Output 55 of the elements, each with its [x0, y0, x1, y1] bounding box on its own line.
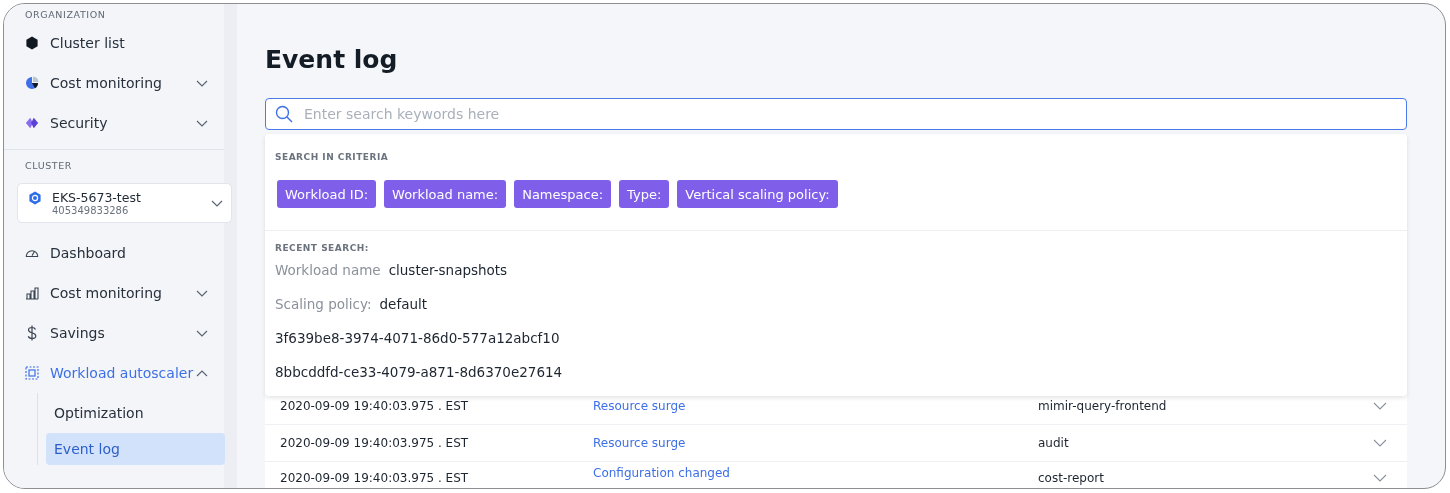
nav-subitem[interactable]: Event log — [46, 433, 225, 465]
event-link[interactable]: Resource surge — [593, 399, 1038, 413]
table-cell-text: 2020-09-09 19:40:03.975 . EST — [280, 436, 470, 450]
diamond-icon — [25, 116, 39, 130]
cluster-icon — [28, 191, 42, 205]
dropdown-heading: RECENT SEARCH: — [275, 243, 370, 253]
table-cell-text: 2020-09-09 19:40:03.975 . EST — [280, 471, 470, 485]
recent-search-value[interactable]: 8bbcddfd-ce33-4079-a871-8d6370e27614 — [275, 364, 563, 380]
chevron-down-icon[interactable] — [1373, 402, 1387, 410]
chevron-down-icon — [196, 79, 208, 87]
event-link[interactable]: Resource surge — [593, 436, 1038, 450]
recent-search-value[interactable]: 3f639be8-3974-4071-86d0-577a12abcf10 — [275, 330, 560, 346]
chevron-down-icon — [211, 199, 223, 207]
table-cell-text: mimir-query-frontend — [1038, 399, 1168, 413]
criteria-chip[interactable]: Type: — [619, 180, 670, 208]
section-heading: ORGANIZATION — [24, 8, 107, 22]
table-cell-text: 2020-09-09 19:40:03.975 . EST — [280, 399, 470, 413]
nav-item[interactable]: Workload autoscaler — [16, 353, 215, 393]
section-heading: CLUSTER — [24, 159, 74, 173]
nav-item[interactable]: Savings — [16, 313, 215, 353]
event-link[interactable]: Configuration changed — [593, 466, 1038, 480]
recent-search-key: Workload name — [275, 262, 381, 278]
dollar-icon — [25, 325, 39, 341]
criteria-chip[interactable]: Workload ID: — [277, 180, 377, 208]
bar-chart-icon — [25, 286, 39, 300]
scaler-icon — [25, 366, 39, 380]
nav-item[interactable]: Dashboard — [16, 233, 215, 273]
criteria-chip[interactable]: Workload name: — [384, 180, 507, 208]
nav-item[interactable]: Cost monitoring — [16, 63, 215, 103]
cluster-account-id: 405349833286 — [52, 205, 130, 216]
criteria-chip[interactable]: Namespace: — [514, 180, 612, 208]
nav-subitem[interactable]: Optimization — [46, 397, 225, 429]
chevron-up-icon — [196, 369, 208, 377]
pie-chart-icon — [25, 76, 39, 90]
cluster-selector[interactable]: EKS-5673-test 405349833286 — [17, 183, 232, 223]
table-cell-text: cost-report — [1038, 471, 1105, 485]
search-field[interactable]: Enter search keywords here — [265, 98, 1407, 130]
criteria-chip[interactable]: Vertical scaling policy: — [677, 180, 838, 208]
search-icon — [275, 105, 293, 123]
recent-search-value[interactable]: cluster-snapshots — [388, 262, 508, 278]
recent-search-value[interactable]: default — [379, 296, 427, 312]
recent-search-key: Scaling policy: — [275, 296, 372, 312]
cluster-name: EKS-5673-test — [52, 190, 142, 205]
nav-item[interactable]: Security — [16, 103, 215, 143]
nav-item[interactable]: Cost monitoring — [16, 273, 215, 313]
hexagon-icon — [25, 36, 39, 50]
chevron-down-icon — [196, 329, 208, 337]
page-title: Event log — [265, 44, 399, 76]
chevron-down-icon[interactable] — [1373, 439, 1387, 447]
chevron-down-icon[interactable] — [1373, 474, 1387, 482]
chevron-down-icon — [196, 119, 208, 127]
dropdown-heading: SEARCH IN CRITERIA — [275, 152, 390, 162]
nav-item[interactable]: Cluster list — [16, 23, 215, 63]
table-cell-text: audit — [1038, 436, 1070, 450]
chevron-down-icon — [196, 289, 208, 297]
